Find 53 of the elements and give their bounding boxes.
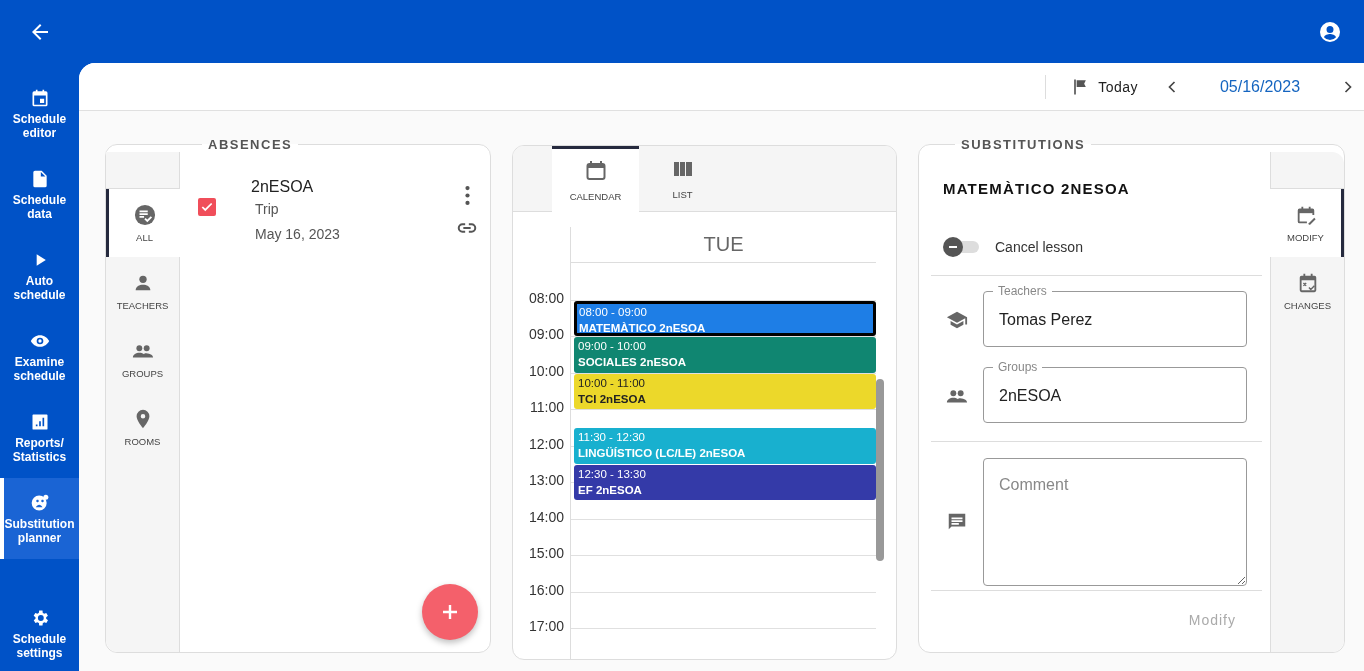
lesson-event[interactable]: 12:30 - 13:30 EF 2nESOA bbox=[574, 464, 876, 501]
lesson-title: MATEMÀTICO 2NESOA bbox=[943, 180, 1131, 197]
today-button[interactable]: Today bbox=[1066, 72, 1142, 101]
scrollbar[interactable] bbox=[876, 379, 884, 561]
comment-field[interactable]: Comment bbox=[983, 458, 1247, 586]
switch-label: Cancel lesson bbox=[995, 239, 1083, 255]
tab[interactable]: ROOMS bbox=[106, 393, 179, 461]
tab[interactable]: CHANGES bbox=[1271, 257, 1344, 325]
add-button[interactable] bbox=[422, 584, 478, 640]
absence-reason: Trip bbox=[255, 201, 280, 217]
nav-item[interactable]: Substitution planner bbox=[0, 478, 79, 559]
hour-label: 17:00 bbox=[528, 618, 564, 634]
tab[interactable]: ALL bbox=[106, 189, 180, 257]
day-header: TUE bbox=[571, 227, 876, 263]
nav-item[interactable]: Examine schedule bbox=[0, 316, 79, 397]
nav-item[interactable]: Schedule editor bbox=[0, 73, 79, 154]
hour-label: 12:00 bbox=[528, 435, 564, 452]
lesson-event[interactable]: 08:00 - 09:00 MATEMÀTICO 2nESOA bbox=[574, 300, 876, 336]
check-icon bbox=[200, 200, 214, 214]
hour-label: 08:00 bbox=[528, 289, 564, 306]
tab[interactable]: CALENDAR bbox=[552, 146, 639, 212]
panel-title: SUBSTITUTIONS bbox=[960, 137, 1087, 152]
date-text[interactable]: 05/16/2023 bbox=[1182, 77, 1338, 96]
teachers-field[interactable]: Teachers Tomas Perez bbox=[983, 284, 1247, 347]
panel-title: ABSENCES bbox=[207, 137, 294, 152]
sad-face-icon bbox=[29, 492, 50, 513]
hour-label: 11:00 bbox=[530, 399, 564, 415]
absence-title: 2nESOA bbox=[251, 178, 315, 196]
account-button[interactable] bbox=[1318, 19, 1342, 44]
hour-label: 14:00 bbox=[528, 508, 564, 525]
tab[interactable]: TEACHERS bbox=[106, 257, 179, 325]
groups-field[interactable]: Groups 2nESOA bbox=[983, 360, 1247, 423]
list-check-icon bbox=[133, 203, 156, 226]
hour-label: 13:00 bbox=[528, 472, 564, 488]
hour-label: 15:00 bbox=[528, 545, 564, 561]
hour-label: 16:00 bbox=[528, 581, 564, 598]
tab[interactable]: MODIFY bbox=[1270, 189, 1344, 257]
nav-item[interactable]: Auto schedule bbox=[0, 235, 79, 316]
nav-item[interactable]: Schedule settings bbox=[0, 600, 79, 671]
checkbox[interactable] bbox=[198, 198, 216, 216]
tab[interactable]: LIST bbox=[639, 146, 726, 211]
more-vertical-icon bbox=[464, 186, 470, 205]
lesson-event[interactable]: 09:00 - 10:00 SOCIALES 2nESOA bbox=[574, 337, 876, 373]
absence-date: May 16, 2023 bbox=[255, 226, 341, 242]
hour-label: 10:00 bbox=[528, 362, 564, 379]
more-button[interactable] bbox=[464, 186, 470, 205]
lesson-event[interactable]: 10:00 - 11:00 TCI 2nESOA bbox=[574, 373, 876, 409]
nav-item[interactable]: Reports/ Statistics bbox=[0, 397, 79, 478]
account-icon bbox=[1318, 19, 1342, 44]
cancel-lesson-switch[interactable] bbox=[943, 237, 979, 257]
nav-item[interactable]: Schedule data bbox=[0, 154, 79, 235]
hour-label: 09:00 bbox=[528, 326, 564, 342]
tab[interactable]: GROUPS bbox=[106, 325, 179, 393]
